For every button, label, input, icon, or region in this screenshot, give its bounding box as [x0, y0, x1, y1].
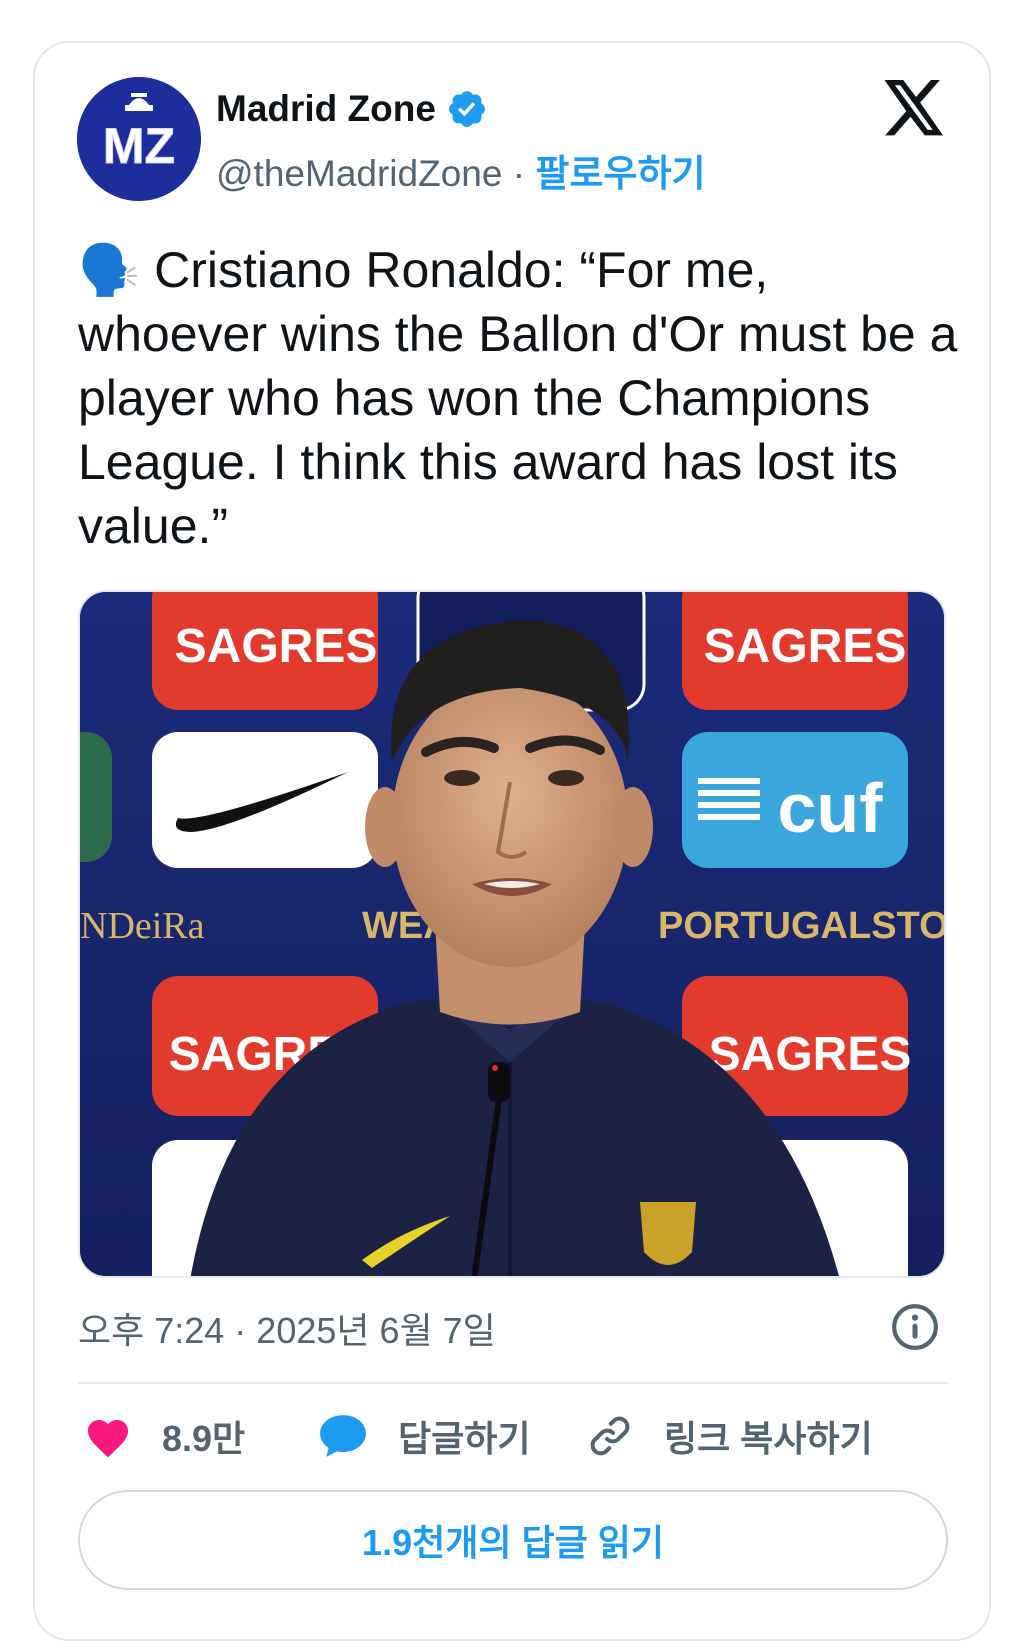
tweet-media-image[interactable]: SAGRES SAGRES cuf NDeiRa WEAR PORTUGALST…: [78, 590, 946, 1278]
follow-button[interactable]: 팔로우하기: [535, 153, 705, 194]
link-icon: [590, 1416, 630, 1456]
banner-left-text: NDeiRa: [80, 905, 205, 947]
author-handle[interactable]: @theMadridZone: [216, 153, 502, 194]
x-logo-icon[interactable]: [884, 80, 946, 136]
heart-icon: [88, 1420, 128, 1458]
author-name-row[interactable]: Madrid Zone: [216, 88, 488, 130]
author-handle-line: @theMadridZone · 팔로우하기: [216, 143, 706, 197]
divider: [78, 1382, 948, 1384]
speech-bubble-icon: [320, 1415, 366, 1457]
tweet-body: Cristiano Ronaldo: “For me, whoever wins…: [78, 242, 958, 554]
reply-button[interactable]: 답글하기: [318, 1410, 530, 1462]
like-button[interactable]: 8.9만: [84, 1410, 245, 1462]
tweet-text: 🗣️ Cristiano Ronaldo: “For me, whoever w…: [78, 238, 958, 558]
sponsor-label-2: SAGRES: [704, 620, 907, 673]
speaking-head-emoji: 🗣️: [78, 242, 141, 298]
like-count: 8.9만: [162, 1418, 246, 1459]
reply-label: 답글하기: [398, 1418, 531, 1459]
avatar-text: MZ: [103, 118, 175, 174]
read-replies-button[interactable]: 1.9천개의 답글 읽기: [78, 1490, 948, 1590]
tweet-timestamp[interactable]: 오후 7:24 · 2025년 6월 7일: [78, 1302, 496, 1354]
avatar[interactable]: MZ: [77, 77, 201, 201]
sponsor-label-1: SAGRES: [175, 620, 378, 673]
copy-link-label: 링크 복사하기: [664, 1418, 873, 1459]
sponsor-label-4: SAGRES: [709, 1028, 912, 1081]
banner-right-text: PORTUGALSTORE.FPF.: [658, 905, 946, 947]
read-replies-label: 1.9천개의 답글 읽기: [362, 1522, 664, 1563]
separator-dot: ·: [512, 153, 526, 194]
info-icon[interactable]: [890, 1302, 940, 1352]
verified-badge-icon: [449, 91, 485, 127]
sponsor-label-cuf: cuf: [778, 769, 884, 847]
author-display-name[interactable]: Madrid Zone: [216, 88, 436, 130]
copy-link-button[interactable]: 링크 복사하기: [586, 1410, 873, 1462]
